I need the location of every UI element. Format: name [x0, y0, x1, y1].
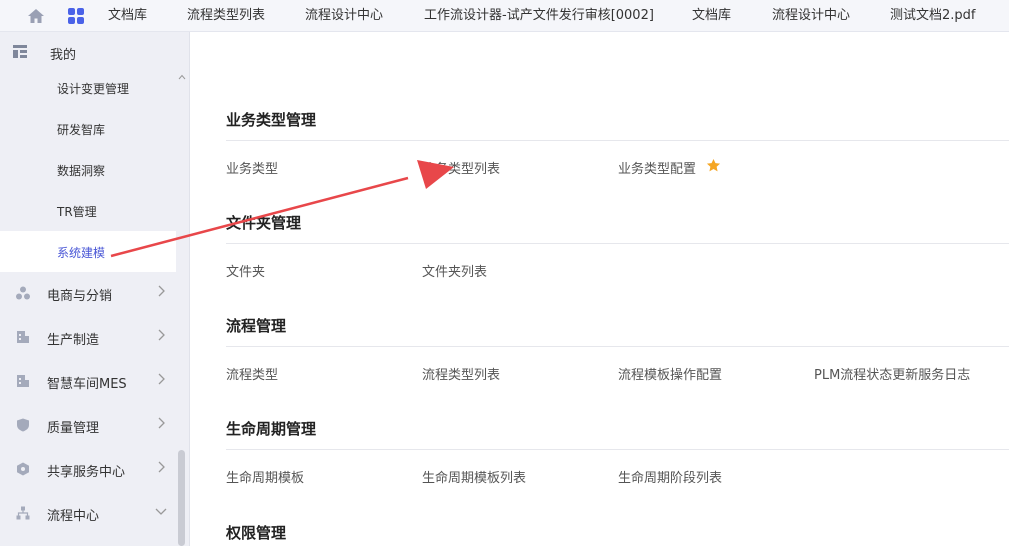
sidebar-item-label: 设计变更管理	[57, 82, 130, 96]
link-process-type-list[interactable]: 流程类型列表	[422, 364, 500, 383]
section-divider	[226, 449, 1009, 450]
tab-process-type-list[interactable]: 流程类型列表	[187, 0, 265, 32]
tab-doc-library-2[interactable]: 文档库	[692, 0, 731, 32]
section-divider	[226, 140, 1009, 141]
link-process-template-config[interactable]: 流程模板操作配置	[618, 364, 722, 383]
link-business-type-config[interactable]: 业务类型配置	[618, 158, 696, 177]
favorite-star-icon[interactable]	[706, 158, 721, 173]
cube-icon	[17, 462, 29, 476]
tab-test-document[interactable]: 测试文档2.pdf	[890, 0, 975, 32]
main-content: 业务类型管理 业务类型 业务类型列表 业务类型配置 文件夹管理 文件夹 文件夹列…	[190, 32, 1009, 546]
chevron-right-icon	[158, 461, 165, 473]
chevron-down-icon	[155, 508, 167, 515]
sidebar-group-label: 电商与分销	[47, 289, 113, 304]
sidebar-group-process-center[interactable]: 流程中心	[0, 492, 176, 536]
sidebar-group-label: 生产制造	[47, 333, 100, 348]
sidebar-header-mine[interactable]: 我的	[0, 32, 188, 72]
sidebar-item-label: TR管理	[57, 205, 97, 219]
link-plm-status-log[interactable]: PLM流程状态更新服务日志	[814, 364, 970, 383]
link-lifecycle-template-list[interactable]: 生命周期模板列表	[422, 467, 526, 486]
tab-process-design-center-2[interactable]: 流程设计中心	[772, 0, 850, 32]
sidebar-group-shared-service[interactable]: 共享服务中心	[0, 448, 176, 492]
sidebar-group-production[interactable]: 生产制造	[0, 316, 176, 360]
home-icon[interactable]	[26, 6, 46, 26]
sidebar-group-label: 流程中心	[47, 509, 100, 524]
section-divider	[226, 243, 1009, 244]
section-title-folder: 文件夹管理	[226, 214, 302, 232]
sidebar-group-ecommerce[interactable]: 电商与分销	[0, 272, 176, 316]
sidebar-item-design-change[interactable]: 设计变更管理	[0, 67, 176, 108]
sidebar-group-label: 智慧车间MES	[47, 377, 127, 392]
scroll-up-icon[interactable]	[178, 74, 186, 80]
layout-icon	[13, 45, 27, 58]
sidebar-group-smart-workshop[interactable]: 智慧车间MES	[0, 360, 176, 404]
link-folder[interactable]: 文件夹	[226, 261, 265, 280]
sidebar-scrollbar[interactable]	[176, 72, 188, 546]
apps-grid-icon[interactable]	[66, 6, 86, 26]
section-divider	[226, 346, 1009, 347]
top-tab-bar: 文档库 流程类型列表 流程设计中心 工作流设计器-试产文件发行审核[0002] …	[0, 0, 1009, 32]
link-folder-list[interactable]: 文件夹列表	[422, 261, 487, 280]
org-chart-icon	[16, 506, 30, 520]
chevron-right-icon	[158, 373, 165, 385]
sidebar: 我的 设计变更管理 研发智库 数据洞察 TR管理 系统建模 电商与分销 生产制造…	[0, 32, 190, 546]
link-lifecycle-stage-list[interactable]: 生命周期阶段列表	[618, 467, 722, 486]
sidebar-item-tr-management[interactable]: TR管理	[0, 190, 176, 231]
sidebar-group-quality[interactable]: 质量管理	[0, 404, 176, 448]
sidebar-group-label: 共享服务中心	[47, 465, 126, 480]
sidebar-item-data-insight[interactable]: 数据洞察	[0, 149, 176, 190]
tab-doc-library[interactable]: 文档库	[108, 0, 147, 32]
chevron-right-icon	[158, 285, 165, 297]
sidebar-header-label: 我的	[50, 48, 77, 63]
sidebar-item-rd-library[interactable]: 研发智库	[0, 108, 176, 149]
share-nodes-icon	[16, 286, 30, 300]
sidebar-item-label: 数据洞察	[57, 164, 106, 178]
chevron-right-icon	[158, 329, 165, 341]
section-title-lifecycle: 生命周期管理	[226, 420, 317, 438]
chevron-right-icon	[158, 417, 165, 429]
link-process-type[interactable]: 流程类型	[226, 364, 278, 383]
section-title-permission: 权限管理	[226, 524, 287, 542]
tab-workflow-designer[interactable]: 工作流设计器-试产文件发行审核[0002]	[424, 0, 654, 32]
shield-icon	[17, 418, 29, 432]
factory-icon	[17, 331, 29, 343]
sidebar-item-label: 研发智库	[57, 123, 106, 137]
sidebar-group-label: 质量管理	[47, 421, 100, 436]
section-title-process: 流程管理	[226, 317, 287, 335]
link-business-type[interactable]: 业务类型	[226, 158, 278, 177]
scrollbar-thumb[interactable]	[178, 450, 185, 546]
link-business-type-list[interactable]: 业务类型列表	[422, 158, 500, 177]
factory-icon	[17, 375, 29, 387]
sidebar-item-label: 系统建模	[57, 246, 106, 260]
sidebar-item-system-modeling[interactable]: 系统建模	[0, 231, 176, 272]
tab-process-design-center[interactable]: 流程设计中心	[305, 0, 383, 32]
link-lifecycle-template[interactable]: 生命周期模板	[226, 467, 304, 486]
section-title-business-type: 业务类型管理	[226, 111, 317, 129]
